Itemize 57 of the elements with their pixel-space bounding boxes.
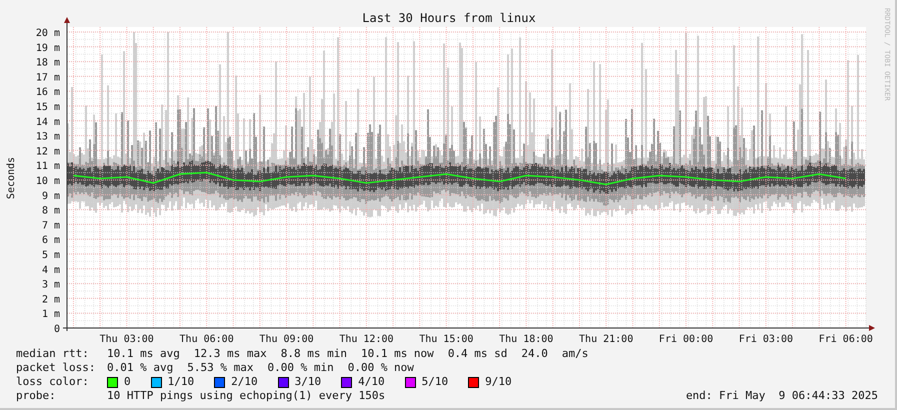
stat-value: 5.53 % max bbox=[187, 361, 254, 375]
y-tick-label: 0 bbox=[54, 324, 60, 335]
loss-label: 5/10 bbox=[422, 375, 448, 389]
loss-label: 3/10 bbox=[294, 375, 322, 389]
y-tick-label: 18 m bbox=[36, 58, 60, 69]
stat-value: 0.00 % min bbox=[267, 361, 334, 375]
x-tick-label: Thu 21:00 bbox=[579, 334, 634, 345]
y-tick-label: 12 m bbox=[36, 146, 60, 158]
y-tick-label: 20 m bbox=[36, 28, 60, 39]
y-tick-label: 1 m bbox=[42, 309, 60, 320]
y-tick-label: 8 m bbox=[42, 206, 60, 217]
stat-value: am/s bbox=[562, 347, 588, 361]
y-tick-label: 17 m bbox=[36, 72, 60, 84]
y-tick-label: 6 m bbox=[42, 235, 60, 246]
y-axis-title: Seconds bbox=[6, 156, 17, 200]
y-tick-label: 10 m bbox=[36, 176, 60, 187]
loss-label: 0 bbox=[124, 375, 131, 389]
x-tick-label: Fri 00:00 bbox=[658, 334, 714, 345]
loss-label: 2/10 bbox=[231, 375, 258, 389]
legend-label: loss color: bbox=[16, 375, 90, 389]
stat-value: 24.0 bbox=[521, 347, 548, 361]
stat-value: 10.1 ms avg bbox=[107, 347, 180, 361]
y-tick-label: 4 m bbox=[42, 264, 60, 276]
legend-label: probe: bbox=[16, 389, 57, 403]
x-tick-label: Thu 03:00 bbox=[100, 334, 154, 345]
y-tick-label: 5 m bbox=[42, 250, 60, 261]
stat-value: 12.3 ms max bbox=[194, 347, 267, 361]
stat-value: 0.4 ms sd bbox=[448, 347, 508, 361]
x-tick-label: Fri 06:00 bbox=[818, 334, 873, 345]
legend-label: packet loss: bbox=[16, 361, 96, 375]
y-tick-label: 15 m bbox=[36, 102, 60, 113]
legend-label: median rtt: bbox=[16, 347, 90, 361]
loss-label: 1/10 bbox=[168, 375, 194, 389]
stat-value: 10.1 ms now bbox=[360, 347, 434, 361]
y-tick-label: 7 m bbox=[42, 220, 60, 232]
x-tick-label: Thu 12:00 bbox=[339, 334, 394, 345]
probe-text: 10 HTTP pings using echoping(1) every 150s bbox=[107, 389, 386, 403]
y-tick-label: 14 m bbox=[36, 116, 60, 128]
x-tick-label: Thu 18:00 bbox=[499, 334, 554, 345]
loss-label: 4/10 bbox=[358, 375, 385, 389]
y-tick-label: 16 m bbox=[36, 87, 60, 98]
x-tick-label: Thu 09:00 bbox=[259, 334, 314, 345]
x-tick-label: Thu 06:00 bbox=[180, 334, 234, 345]
y-tick-label: 2 m bbox=[42, 294, 60, 306]
y-tick-label: 3 m bbox=[42, 280, 60, 291]
y-tick-label: 19 m bbox=[36, 42, 60, 54]
y-tick-label: 11 m bbox=[36, 161, 60, 172]
x-tick-label: Thu 15:00 bbox=[419, 334, 474, 345]
stat-value: 0.01 % avg bbox=[107, 361, 174, 375]
stat-value: 8.8 ms min bbox=[280, 347, 347, 361]
stat-value: 0.00 % now bbox=[348, 361, 414, 375]
y-tick-label: 9 m bbox=[42, 190, 60, 202]
x-tick-label: Fri 03:00 bbox=[738, 334, 794, 345]
loss-label: 9/10 bbox=[485, 375, 512, 389]
chart-title: Last 30 Hours from linux bbox=[362, 11, 536, 25]
y-tick-label: 13 m bbox=[36, 132, 60, 143]
end-time: end: Fri May 9 06:44:33 2025 bbox=[686, 389, 878, 403]
